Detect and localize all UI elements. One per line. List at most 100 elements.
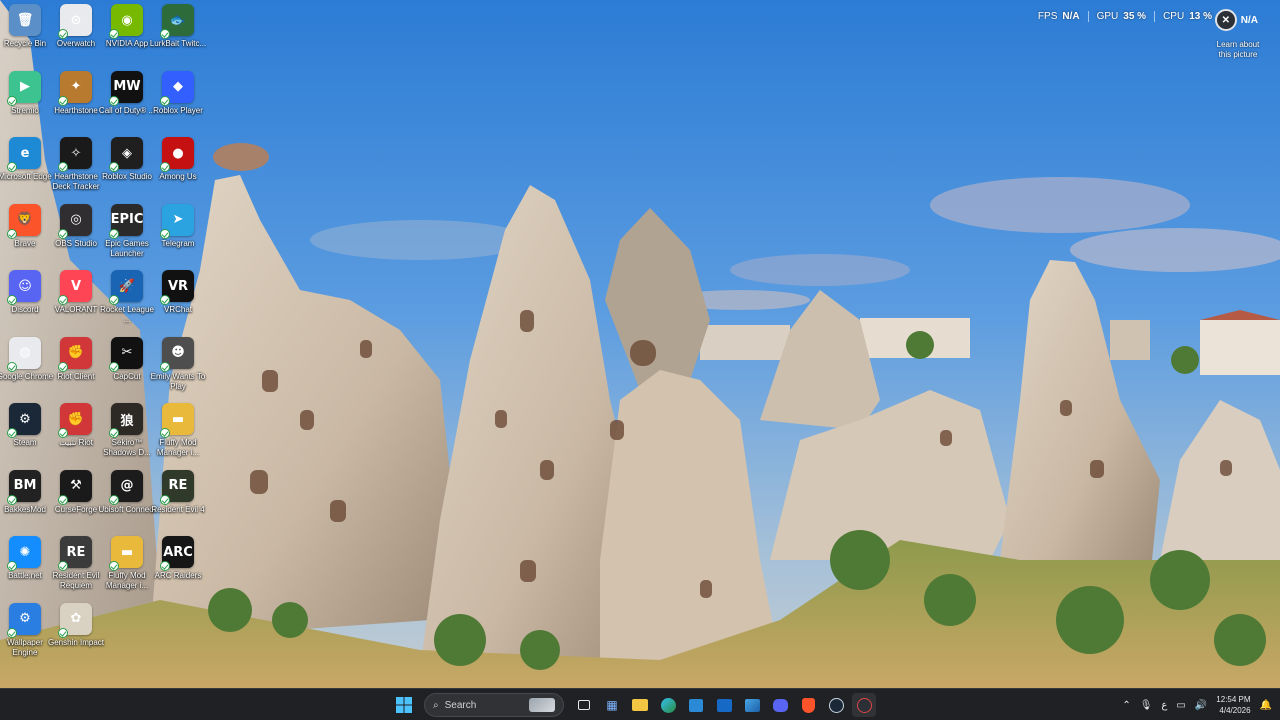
desktop-icon-vrchat[interactable]: VR VRChat	[153, 270, 203, 336]
desktop-icon-label: Fluffy Mod Manager i...	[156, 438, 200, 457]
desktop-icon-overwatch[interactable]: ⊙ Overwatch	[51, 4, 101, 70]
desktop-icon-brave[interactable]: 🦁 Brave	[0, 203, 50, 270]
taskbar-search-box[interactable]: ⌕ Search	[424, 693, 564, 717]
desktop-icon-label: Roblox Player	[153, 105, 203, 115]
start-button[interactable]	[392, 693, 416, 717]
desktop-icon-edge[interactable]: e Microsoft Edge	[0, 137, 52, 203]
desktop-icon-roblox-studio[interactable]: ◈ Roblox Studio	[102, 137, 152, 203]
roblox-player-icon: ◆	[160, 70, 194, 106]
performance-overlay: FPS N/A GPU 35 % CPU 13 %	[1030, 11, 1220, 22]
gpu-label: GPU	[1096, 11, 1119, 22]
task-view-icon	[578, 700, 590, 710]
taskbar-clock[interactable]: 12:54 PM 4/4/2026	[1216, 694, 1250, 716]
desktop-icon-obs[interactable]: ◎ OBS Studio	[51, 203, 101, 270]
desktop-icon-label: Genshin Impact	[47, 637, 105, 647]
microphone-icon[interactable]: 🎙	[1140, 700, 1153, 711]
search-icon: ⌕	[433, 699, 439, 711]
desktop-icon-ubisoft[interactable]: @ Ubisoft Connect	[99, 469, 155, 536]
network-icon[interactable]: ▭	[1176, 700, 1185, 711]
taskbar-app-brave[interactable]	[796, 693, 820, 717]
taskbar-app-discord[interactable]	[768, 693, 792, 717]
taskbar-app-edge[interactable]	[656, 693, 680, 717]
desktop-icon-rocket-league[interactable]: 🚀 Rocket League ...	[100, 270, 154, 336]
desktop-icon-wallpaper-engine[interactable]: ⚙ Wallpaper Engine	[0, 602, 50, 669]
taskbar-app-file-explorer[interactable]	[628, 693, 652, 717]
overwolf-icon	[856, 697, 872, 713]
discord-icon: ☺	[7, 270, 41, 305]
desktop-icon-steam[interactable]: ⚙ Steam	[0, 403, 50, 469]
sync-status-icon	[7, 361, 17, 372]
desktop-icon-deck-tracker[interactable]: ✧ Hearthstone Deck Tracker	[51, 137, 101, 203]
desktop-icon-riot-client[interactable]: ✊ Riot Client	[51, 336, 101, 403]
taskbar-app-overwolf[interactable]	[852, 693, 876, 717]
sync-status-icon	[109, 29, 119, 39]
desktop-icon-bakkesmod[interactable]: BM BakkesMod	[0, 469, 50, 536]
desktop-icon-arc-raiders[interactable]: ARC ARC Raiders	[153, 536, 203, 602]
telegram-icon: ➤	[160, 203, 194, 239]
desktop-icon-folder[interactable]: ▬ Fluffy Mod Manager i...	[153, 403, 203, 469]
desktop-icon-telegram[interactable]: ➤ Telegram	[153, 203, 203, 270]
sync-status-icon	[58, 162, 68, 172]
desktop-icon-chrome[interactable]: ◍ Google Chrome	[0, 336, 53, 403]
desktop-icon-emily-wants-to-play[interactable]: ☻ Emily Wants To Play	[151, 336, 205, 403]
sync-status-icon	[58, 29, 68, 39]
desktop-icon-recycle-bin[interactable]: 🗑 Recycle Bin	[0, 4, 50, 70]
sync-status-icon	[58, 561, 68, 571]
roblox-studio-icon: ◈	[109, 137, 143, 172]
nvidia-icon: ◉	[109, 4, 143, 39]
task-view-button[interactable]	[572, 693, 596, 717]
arc-raiders-icon: ARC	[160, 536, 194, 571]
discord-icon	[772, 698, 788, 712]
desktop-icon-epic-games[interactable]: EPIC Epic Games Launcher	[102, 203, 152, 270]
desktop-icon-nvidia[interactable]: ◉ NVIDIA App	[102, 4, 152, 70]
overlay-badge[interactable]: ✕ N/A	[1214, 9, 1258, 31]
desktop-icon-curseforge[interactable]: ⚒ CurseForge	[51, 469, 101, 536]
sync-status-icon	[160, 561, 170, 571]
gpu-value: 35 %	[1123, 11, 1147, 22]
desktop-icon-call-of-duty[interactable]: MW Call of Duty® ...	[99, 70, 155, 137]
desktop-icon-lurkbait[interactable]: 🐟 LurkBait Twitc...	[150, 4, 206, 70]
desktop-icon-valorant[interactable]: V VALORANT	[51, 270, 101, 336]
sync-status-icon	[109, 561, 119, 571]
desktop-icon-capcut[interactable]: ✂ CapCut	[102, 336, 152, 403]
taskbar-app-widgets[interactable]: ▦	[600, 693, 624, 717]
steam-icon: ⚙	[7, 403, 41, 438]
desktop-icon-riot-install[interactable]: ✊ تثبيت Riot	[51, 403, 101, 469]
desktop-icon-folder[interactable]: ▬ Fluffy Mod Manager i...	[102, 536, 152, 602]
widgets-icon: ▦	[606, 698, 618, 712]
desktop-icon-discord[interactable]: ☺ Discord	[0, 270, 50, 336]
sync-status-icon	[58, 494, 68, 505]
search-highlight-image	[529, 698, 555, 712]
sync-status-icon	[7, 95, 17, 106]
taskbar-app-store[interactable]	[684, 693, 708, 717]
taskbar-app-steam[interactable]	[824, 693, 848, 717]
clock-time: 12:54 PM	[1216, 695, 1251, 704]
desktop-icon-genshin-impact[interactable]: ✿ Genshin Impact	[48, 602, 104, 669]
steam-icon	[828, 697, 844, 713]
desktop-icon-roblox-player[interactable]: ◆ Roblox Player	[153, 70, 203, 137]
desktop-icon-label: Telegram	[161, 238, 195, 248]
show-hidden-icons-chevron-icon[interactable]: ⌃	[1122, 700, 1130, 711]
desktop-icon-label: Emily Wants To Play	[150, 371, 206, 391]
vrchat-icon: VR	[160, 270, 194, 305]
desktop-icon-stremio[interactable]: ▶ Stremio	[0, 70, 50, 137]
volume-icon[interactable]: 🔊	[1195, 700, 1207, 711]
system-tray: ⌃ 🎙 ع ▭ 🔊 12:54 PM 4/4/2026 🔔	[1122, 689, 1272, 720]
desktop-icon-resident-evil-4[interactable]: RE Resident Evil 4	[151, 469, 205, 536]
taskbar-app-outlook[interactable]	[712, 693, 736, 717]
wallpaper-engine-icon: ⚙	[7, 602, 41, 638]
notification-bell-icon[interactable]: 🔔	[1260, 700, 1272, 711]
overlay-logo-icon: ✕	[1214, 9, 1237, 31]
desktop-icon-sekiro[interactable]: 狼 Sekiro™ Shadows D...	[102, 403, 152, 469]
obs-icon: ◎	[58, 203, 92, 239]
sync-status-icon	[160, 494, 170, 505]
learn-about-picture-link[interactable]: Learn about this picture	[1213, 40, 1263, 60]
desktop-icon-resident-evil-requiem[interactable]: RE Resident Evil Requiem	[51, 536, 101, 602]
desktop-icon-among-us[interactable]: ● Among Us	[153, 137, 203, 203]
language-indicator[interactable]: ع	[1161, 700, 1167, 711]
sync-status-icon	[160, 428, 170, 438]
desktop-icon-battlenet[interactable]: ✺ Battle.net	[0, 536, 50, 602]
desktop-icon-hearthstone[interactable]: ✦ Hearthstone	[51, 70, 101, 137]
fps-value: N/A	[1062, 11, 1080, 22]
taskbar-app-photos[interactable]	[740, 693, 764, 717]
